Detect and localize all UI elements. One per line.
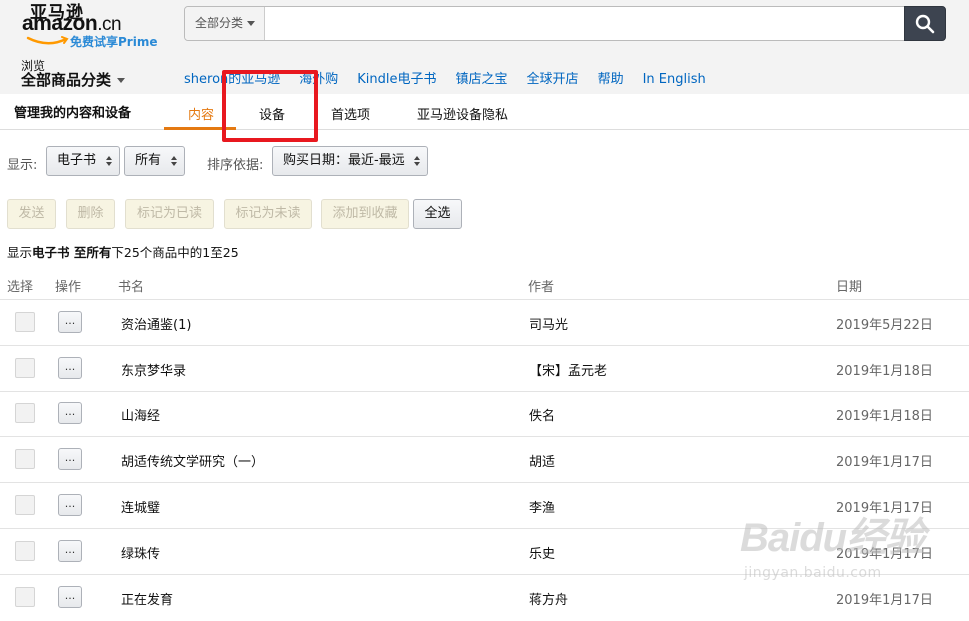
table-header: 选择 操作 书名 作者 日期 [0,268,969,300]
highlight-annotation [222,70,318,142]
book-title[interactable]: 正在发育 [121,589,173,608]
delete-button[interactable]: 删除 [66,199,115,229]
row-actions-button[interactable]: ... [58,402,82,424]
purchase-date: 2019年1月17日 [836,501,933,516]
table-row: ... 绿珠传 乐史 2019年1月17日 [0,529,969,575]
book-title[interactable]: 胡适传统文学研究（一） [121,451,264,470]
search-input[interactable] [266,7,904,40]
row-actions-button[interactable]: ... [58,540,82,562]
book-title[interactable]: 东京梦华录 [121,360,186,379]
table-row: ... 资治通鉴(1) 司马光 2019年5月22日 [0,300,969,346]
chevron-down-icon [247,21,256,26]
row-actions-button[interactable]: ... [58,494,82,516]
results-summary: 显示电子书 至所有下25个商品中的1至25 [7,242,239,261]
book-title[interactable]: 绿珠传 [121,543,160,562]
tab-device-privacy[interactable]: 亚马逊设备隐私 [417,104,508,123]
purchase-date: 2019年1月17日 [836,547,933,562]
search-icon [915,14,935,34]
table-row: ... 山海经 佚名 2019年1月18日 [0,391,969,437]
amazon-logo[interactable]: 亚马逊 amazon.cn 免费试享Prime [22,0,162,52]
select-arrows-icon [171,156,177,166]
row-checkbox[interactable] [15,312,35,332]
search-button[interactable] [904,6,946,41]
book-author: 【宋】孟元老 [529,364,608,379]
prime-trial-link[interactable]: 免费试享Prime [70,33,157,50]
row-checkbox[interactable] [15,587,35,607]
row-checkbox[interactable] [15,358,35,378]
summary-type: 电子书 [32,245,70,260]
content-scope-select[interactable]: 所有 [124,146,185,176]
row-checkbox[interactable] [15,449,35,469]
content-type-value: 电子书 [57,153,97,168]
site-header: 亚马逊 amazon.cn 免费试享Prime 全部分类 浏览 全部商品分类 s… [0,0,969,94]
mark-unread-button[interactable]: 标记为未读 [224,199,312,229]
send-button[interactable]: 发送 [7,199,56,229]
all-categories-menu[interactable]: 全部商品分类 [21,69,126,90]
select-arrows-icon [414,156,420,166]
purchase-date: 2019年1月18日 [836,364,933,379]
search-category-dropdown[interactable]: 全部分类 [185,7,265,40]
nav-link-kindle-ebooks[interactable]: Kindle电子书 [357,72,436,87]
tab-content[interactable]: 内容 [188,104,214,123]
purchase-date: 2019年1月18日 [836,409,933,424]
table-row: ... 东京梦华录 【宋】孟元老 2019年1月18日 [0,346,969,392]
all-categories-label: 全部商品分类 [21,71,112,89]
logo-suffix: .cn [97,14,122,35]
book-author: 李渔 [529,501,556,516]
nav-link-deals[interactable]: 镇店之宝 [456,72,508,87]
purchase-date: 2019年1月17日 [836,593,933,608]
search-bar: 全部分类 [184,6,946,41]
row-actions-button[interactable]: ... [58,357,82,379]
column-date[interactable]: 日期 [836,276,862,295]
add-to-collection-button[interactable]: 添加到收藏 [321,199,409,229]
book-author: 乐史 [529,547,556,562]
book-author: 蒋方舟 [529,593,569,608]
column-author[interactable]: 作者 [528,276,554,295]
mark-read-button[interactable]: 标记为已读 [125,199,214,229]
row-actions-button[interactable]: ... [58,448,82,470]
search-category-label: 全部分类 [195,16,244,30]
book-author: 胡适 [529,455,556,470]
row-checkbox[interactable] [15,495,35,515]
row-actions-button[interactable]: ... [58,311,82,333]
summary-scope: 所有 [86,245,112,260]
content-type-select[interactable]: 电子书 [46,146,120,176]
sort-label: 排序依据: [207,158,264,173]
logo-word: amazon [22,12,98,35]
column-select: 选择 [7,280,34,295]
select-all-button[interactable]: 全选 [413,199,462,229]
summary-middle: 至 [69,245,87,260]
smile-icon [26,36,69,45]
nav-link-global-selling[interactable]: 全球开店 [527,72,579,87]
table-row: ... 胡适传统文学研究（一） 胡适 2019年1月17日 [0,437,969,483]
sort-select[interactable]: 购买日期：最近-最远 [272,146,428,176]
sort-value: 购买日期：最近-最远 [283,153,405,168]
book-title[interactable]: 连城璧 [121,497,160,516]
table-row: ... 连城璧 李渔 2019年1月17日 [0,483,969,529]
content-devices-nav: 管理我的内容和设备 内容 设备 首选项 亚马逊设备隐私 [0,94,969,130]
nav-link-help[interactable]: 帮助 [598,72,624,87]
page-title: 管理我的内容和设备 [14,106,132,121]
chevron-down-icon [117,78,126,83]
tab-preferences[interactable]: 首选项 [331,104,370,123]
summary-suffix: 下25个商品中的1至25 [111,245,239,260]
row-actions-button[interactable]: ... [58,586,82,608]
purchase-date: 2019年1月17日 [836,455,933,470]
column-actions: 操作 [55,280,82,295]
book-title[interactable]: 资治通鉴(1) [121,314,191,333]
column-title[interactable]: 书名 [118,276,144,295]
select-arrows-icon [106,156,112,166]
book-author: 司马光 [529,318,569,333]
table-row: ... 正在发育 蒋方舟 2019年1月17日 [0,575,969,621]
content-scope-value: 所有 [135,153,162,168]
show-label: 显示: [7,158,38,173]
nav-link-english[interactable]: In English [643,72,706,87]
book-title[interactable]: 山海经 [121,405,160,424]
purchase-date: 2019年5月22日 [836,318,933,333]
row-checkbox[interactable] [15,403,35,423]
row-checkbox[interactable] [15,541,35,561]
summary-prefix: 显示 [7,245,33,260]
book-author: 佚名 [529,409,556,424]
